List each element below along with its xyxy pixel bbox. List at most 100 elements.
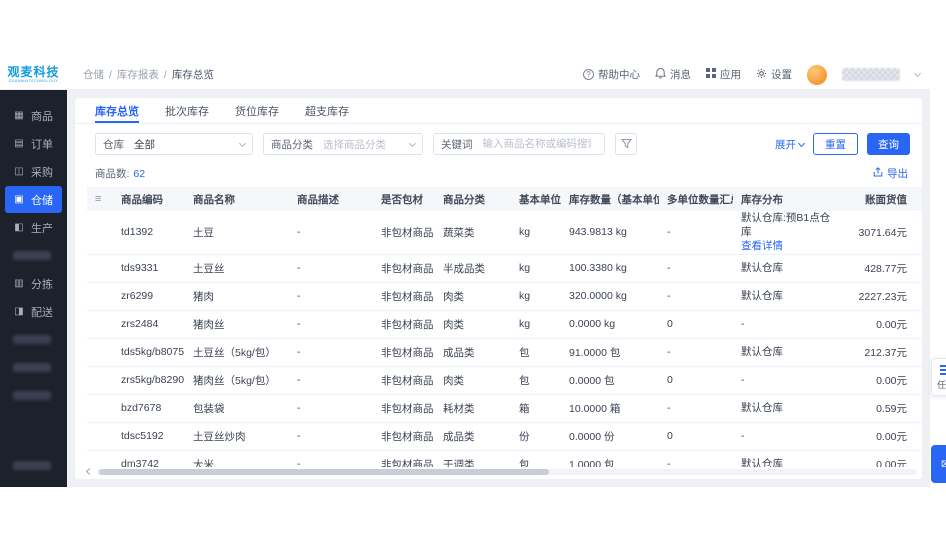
breadcrumb-item-report[interactable]: 库存报表 [117,67,159,82]
cell-extra: 0 [915,402,922,414]
apps-button[interactable]: 应用 [706,67,741,82]
tab-0[interactable]: 库存总览 [95,98,139,123]
cell-category: 肉类 [443,318,464,331]
table-header-cell: 多单位数量汇总 [667,193,733,206]
column-settings-icon[interactable]: ≡ [95,193,101,205]
scrollbar-track[interactable] [97,468,916,475]
scrollbar-thumb[interactable] [99,468,550,475]
expand-toggle[interactable]: 展开 [775,137,806,152]
table-header-cell: 基本单位 [519,193,561,206]
sidebar-item-delivery[interactable]: ◨ 配送 [5,298,62,325]
product-row[interactable]: tdsc5192 土豆丝炒肉 - 非包材商品成品类 份 0.0000 份 0 - 0.00元 6 [87,423,922,451]
cell-value: 0.00元 [876,374,907,387]
tab-bar: 库存总览 批次库存 货位库存 超支库存 [75,98,922,124]
purchase-icon: ◫ [14,166,24,177]
breadcrumb-item-warehouse[interactable]: 仓储 [83,67,104,82]
scroll-left-arrow[interactable] [85,467,94,476]
export-label: 导出 [887,168,908,180]
support-chat-button[interactable]: ✉ [931,445,946,483]
cell-name: 猪肉丝 [193,318,225,331]
sidebar-item-purchase[interactable]: ◫ 采购 [5,158,62,185]
goods-grid-icon: ▦ [14,110,24,121]
product-row[interactable]: zrs2484 猪肉丝 - 非包材商品肉类 kg 0.0000 kg 0 - 0.00元 0 [87,311,922,339]
view-details-link[interactable]: 查看详情 [741,239,837,253]
help-center-button[interactable]: ? 帮助中心 [583,67,640,82]
orders-icon: ▤ [14,138,24,149]
table-header-cell: 商品分类 [443,193,485,206]
cell-category: 半成品类 [443,262,485,275]
question-circle-icon: ? [583,69,594,80]
cell-name: 土豆丝（5kg/包） [193,346,276,359]
topbar-actions: ? 帮助中心 消息 应用 设置 [583,64,930,85]
warehouse-select-label: 仓库 [103,138,124,151]
cell-unit: 箱 [519,402,530,415]
keyword-field[interactable]: 关键词 [433,133,605,155]
sidebar-item-redacted-1[interactable] [5,242,62,269]
user-avatar[interactable] [807,64,827,85]
sidebar-item-warehouse[interactable]: ▣ 仓储 [5,186,62,213]
product-row[interactable]: dm3742 大米 - 非包材商品干调类 包 1.0000 包 - 默认仓库 0.00元 0 [87,451,922,467]
cell-dist: 默认仓库 [733,457,845,467]
sidebar-item-goods[interactable]: ▦ 商品 [5,102,62,129]
sidebar-item-label: 生产 [31,222,53,235]
brand-logo[interactable]: 观麦科技 GUANMAITECHNOLOGY [0,66,67,83]
cell-unit: kg [519,318,531,331]
query-button[interactable]: 查询 [867,133,910,155]
tab-1[interactable]: 批次库存 [165,98,209,123]
warehouse-select[interactable]: 仓库 全部 [95,133,253,155]
messages-button[interactable]: 消息 [655,67,691,82]
horizontal-scrollbar [75,467,922,479]
cell-name: 包装袋 [193,402,225,415]
sidebar-item-redacted-4[interactable] [5,382,62,409]
cell-unit: 份 [519,430,530,443]
breadcrumb-separator: / [109,68,112,81]
product-row[interactable]: tds5kg/b8075 土豆丝（5kg/包） - 非包材商品 成品类 包 91.0000 … [87,339,922,367]
bell-icon [655,67,666,82]
sidebar-item-label: 配送 [31,306,53,319]
redacted-label [13,363,51,372]
stock-distribution-text: 默认仓库 [741,289,783,302]
product-row[interactable]: zrs5kg/b8290 猪肉丝（5kg/包） - 非包材商品 肉类 包 0.0000 包 0… [87,367,922,395]
table-header-cell: 账面货值 [865,193,907,206]
cell-unit: 包 [519,458,530,467]
table-header-cell: 商品编码 [121,193,163,206]
cell-code: zr6299 [121,290,154,303]
product-row[interactable]: tds9331 土豆丝 - 非包材商品 半成品类 kg 100.3380 kg - 默认仓库 42… [87,255,922,283]
tab-2[interactable]: 货位库存 [235,98,279,123]
breadcrumb-separator: / [163,68,167,81]
product-row[interactable]: zr6299 猪肉 - 非包材商品 肉类 kg 320.0000 kg - 默认仓库 2227.2… [87,283,922,311]
cell-value: 3071.64元 [858,226,907,239]
sidebar-item-label: 订单 [31,138,53,151]
product-row[interactable]: bzd7678 包装袋 - 非包材商品耗材类 箱 10.0000 箱 - 默认仓库 0.59元 0 [87,395,922,423]
task-panel-button[interactable]: 任务 [931,358,946,396]
cell-dist: 默认仓库 [733,261,845,275]
cell-packaging: 非包材商品 [381,430,434,443]
table-header-cell-settings: ≡ [87,193,113,205]
export-button[interactable]: 导出 [873,166,908,181]
cell-value: 0.59元 [876,402,907,415]
product-row[interactable]: td1392 土豆 - 非包材商品 蔬菜类 kg 943.9813 kg - 默认仓库:预B1点… [87,211,922,255]
reset-button[interactable]: 重置 [813,133,858,155]
sidebar-item-redacted-2[interactable] [5,326,62,353]
settings-button[interactable]: 设置 [756,67,792,82]
cell-extra: 0 [915,318,922,330]
cell-dist: 默认仓库:预B1点仓库 查看详情 [733,211,845,254]
sidebar-item-redacted-5[interactable] [5,452,62,479]
redacted-label [13,335,51,344]
cell-extra: 2 [915,346,922,358]
keyword-input[interactable] [482,138,591,150]
chevron-down-icon[interactable] [913,69,922,78]
sidebar-item-redacted-3[interactable] [5,354,62,381]
sidebar-item-orders[interactable]: ▤ 订单 [5,130,62,157]
sidebar-item-sorting[interactable]: ▥ 分拣 [5,270,62,297]
advanced-filter-button[interactable] [615,133,637,155]
cell-name: 土豆丝炒肉 [193,430,246,443]
tab-3[interactable]: 超支库存 [305,98,349,123]
category-select[interactable]: 商品分类 选择商品分类 [263,133,423,155]
cell-value: 428.77元 [864,262,907,275]
sorting-icon: ▥ [14,278,24,289]
breadcrumb-item-current: 库存总览 [171,69,214,81]
cell-qty: 1.0000 包 [569,458,615,467]
sidebar-item-production[interactable]: ◧ 生产 [5,214,62,241]
cell-code: bzd7678 [121,402,162,415]
